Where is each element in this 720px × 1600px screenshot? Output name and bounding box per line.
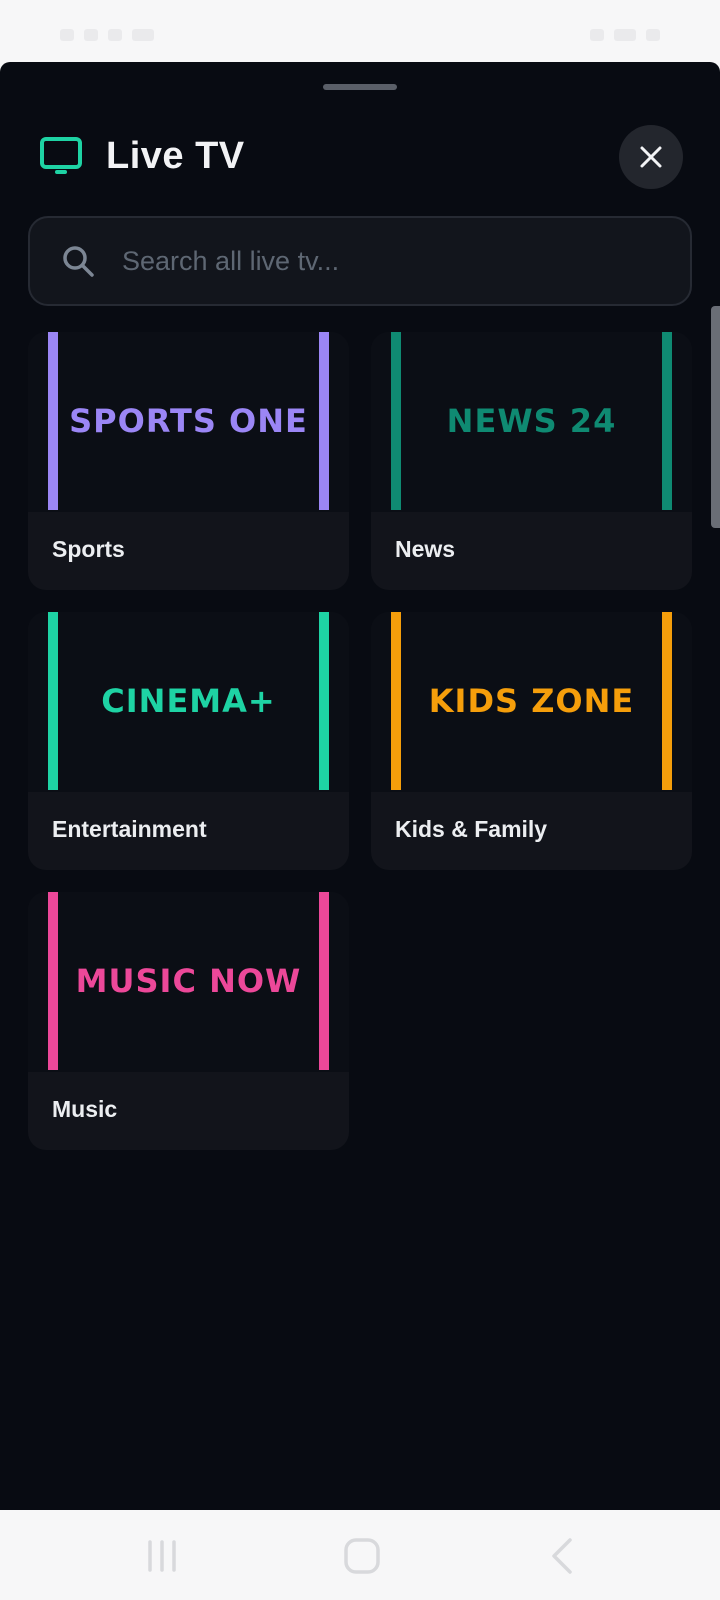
- channel-card[interactable]: SPORTS ONE Sports: [28, 332, 349, 590]
- live-tv-sheet: Live TV SPORTS ONE Sports: [0, 62, 720, 1510]
- channel-category: News: [395, 536, 456, 562]
- notification-icon: [108, 29, 122, 41]
- channel-thumbnail: NEWS 24: [371, 332, 692, 512]
- battery-icon: [646, 29, 660, 41]
- search-input[interactable]: [122, 231, 690, 291]
- channel-accent-bar: [391, 612, 401, 790]
- channel-category: Sports: [52, 536, 125, 562]
- channel-card[interactable]: CINEMA+ Entertainment: [28, 612, 349, 870]
- channel-accent-bar: [48, 892, 58, 1070]
- status-bar: [0, 0, 720, 62]
- channel-accent-bar: [319, 612, 329, 790]
- search-bar[interactable]: [28, 216, 692, 306]
- channel-logo: CINEMA+: [101, 682, 276, 720]
- system-navigation-bar: [0, 1510, 720, 1600]
- sheet-drag-handle[interactable]: [323, 84, 397, 90]
- home-icon[interactable]: [340, 1534, 384, 1578]
- channel-accent-bar: [662, 612, 672, 790]
- recents-icon[interactable]: [140, 1534, 184, 1578]
- channel-card[interactable]: KIDS ZONE Kids & Family: [371, 612, 692, 870]
- channel-thumbnail: MUSIC NOW: [28, 892, 349, 1072]
- close-icon: [640, 146, 662, 168]
- close-button[interactable]: [619, 125, 683, 189]
- search-icon: [60, 243, 96, 279]
- channel-category: Music: [52, 1096, 118, 1122]
- scrollbar[interactable]: [711, 306, 720, 528]
- notification-icon: [84, 29, 98, 41]
- channel-thumbnail: CINEMA+: [28, 612, 349, 792]
- signal-icon: [614, 29, 636, 41]
- status-icons-right: [590, 28, 660, 42]
- channel-thumbnail: KIDS ZONE: [371, 612, 692, 792]
- notification-icon: [132, 29, 154, 41]
- channel-card[interactable]: MUSIC NOW Music: [28, 892, 349, 1150]
- channel-accent-bar: [48, 332, 58, 510]
- channel-logo: NEWS 24: [446, 402, 617, 440]
- notification-icon: [60, 29, 74, 41]
- channel-accent-bar: [48, 612, 58, 790]
- channel-accent-bar: [319, 892, 329, 1070]
- sheet-header: Live TV: [40, 132, 245, 180]
- tv-icon: [40, 136, 82, 176]
- status-icons-left: [60, 28, 154, 42]
- channel-card[interactable]: NEWS 24 News: [371, 332, 692, 590]
- channel-accent-bar: [391, 332, 401, 510]
- channel-logo: SPORTS ONE: [69, 402, 308, 440]
- channel-accent-bar: [319, 332, 329, 510]
- channel-logo: KIDS ZONE: [428, 682, 635, 720]
- channel-category: Entertainment: [52, 816, 207, 842]
- channel-accent-bar: [662, 332, 672, 510]
- channel-logo: MUSIC NOW: [75, 962, 302, 1000]
- page-title: Live TV: [106, 134, 245, 177]
- channel-thumbnail: SPORTS ONE: [28, 332, 349, 512]
- wifi-icon: [590, 29, 604, 41]
- channel-category: Kids & Family: [395, 816, 548, 842]
- back-icon[interactable]: [542, 1534, 586, 1578]
